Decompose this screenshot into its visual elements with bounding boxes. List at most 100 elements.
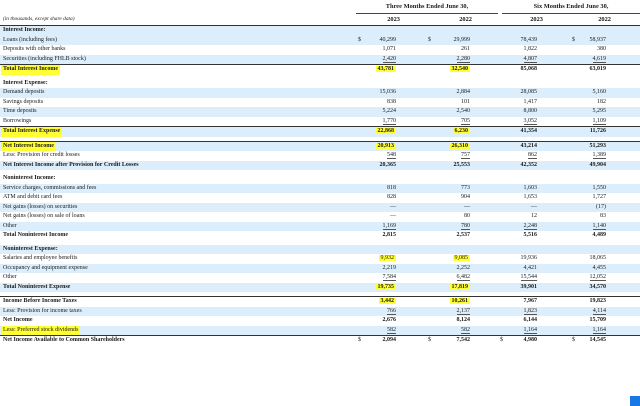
value-cell: 773: [430, 184, 470, 194]
value-text: 18,065: [589, 255, 607, 261]
value-cell: 19,735: [356, 283, 396, 293]
value-cell: 182: [566, 98, 606, 108]
table-row: Borrowings 1,770 705 3,052 1,109: [0, 117, 640, 127]
value-text: 818: [387, 184, 396, 191]
value-text: 1,822: [523, 46, 538, 52]
value-text: 1,140: [592, 222, 606, 230]
value-cell: 7,967: [497, 297, 538, 307]
row-label: Less: Preferred stock dividends: [1, 325, 81, 335]
row-label: Other: [3, 274, 17, 280]
value-text: 34,570: [589, 283, 607, 290]
value-cell: 1,770: [356, 117, 396, 127]
value-cell: 15,709: [566, 316, 607, 326]
value-cell: 1,109: [566, 117, 606, 127]
value-cell: 26,310: [430, 142, 470, 152]
row-label: Interest Income:: [3, 27, 46, 33]
value-cell: 5,160: [566, 88, 607, 98]
value-text: 8,800: [523, 108, 538, 114]
value-cell: 34,570: [566, 283, 607, 293]
value-text: 4,455: [592, 264, 607, 271]
year-col-3: 2023: [530, 16, 543, 23]
value-text: 17,819: [449, 283, 470, 290]
table-row: Less: Provision for income taxes 766 2,137…: [0, 306, 640, 317]
row-label: Savings deposits: [3, 98, 44, 105]
value-text: 2,676: [382, 317, 397, 323]
value-cell: 380: [566, 45, 606, 55]
value-text: 19,823: [589, 298, 607, 304]
table-row: Total Noninterest Income 2,815 2,537 5,516 4…: [0, 231, 640, 241]
value-cell: 3,442: [356, 297, 396, 307]
table-row: Total Noninterest Expense 19,735 17,819 39,…: [0, 282, 640, 293]
section-heading-row: Interest Expense:: [0, 79, 640, 89]
value-cell: 757: [430, 151, 470, 161]
value-cell: 20,365: [356, 161, 397, 171]
value-cell: 582: [430, 326, 470, 336]
value-cell: 18,065: [566, 254, 607, 264]
value-text: 1,169: [382, 222, 396, 230]
value-cell: 43,214: [497, 142, 538, 152]
value-cell: 838: [356, 98, 396, 108]
table-row: Less: Provision for credit losses 548 757 8…: [0, 151, 640, 161]
value-cell: 1,823: [497, 307, 537, 317]
value-cell: 49,904: [566, 161, 607, 171]
value-text: 6,482: [456, 274, 470, 281]
row-label: Net gains (losses) on sale of loans: [3, 213, 85, 219]
value-text: 862: [528, 152, 537, 159]
row-label: Net Income Available to Common Sharehold…: [3, 337, 125, 343]
table-row: Deposits with other banks 1,071 261 1,822 38…: [0, 45, 640, 55]
table-row: Savings deposits 838 101 1,417 182: [0, 98, 640, 108]
value-text: 32,540: [449, 66, 470, 72]
row-label: Less: Provision for income taxes: [3, 307, 82, 314]
value-cell: 6,482: [430, 273, 470, 283]
value-cell: 4,489: [566, 231, 607, 241]
value-text: 1,164: [523, 326, 537, 334]
value-cell: 818: [356, 184, 396, 194]
year-col-4: 2022: [598, 16, 611, 23]
value-text: 5,295: [592, 108, 607, 114]
row-label: Less: Provision for credit losses: [3, 152, 80, 158]
section-heading-row: Noninterest Expense:: [0, 244, 640, 254]
table-row: ATM and debit card fees 828 904 1,653 1,727: [0, 193, 640, 203]
value-cell: 548: [356, 151, 396, 161]
corner-marker: [630, 396, 640, 406]
value-text: 1,603: [523, 184, 538, 191]
value-text: 5,224: [382, 108, 397, 114]
table-row: Occupancy and equipment expense 2,219 2,25…: [0, 263, 640, 274]
value-text: 12: [531, 213, 537, 219]
three-months-rule: [356, 13, 498, 14]
value-text: 85,068: [520, 66, 538, 72]
value-cell: 4,114: [566, 307, 606, 317]
value-text: 63,019: [589, 66, 607, 72]
value-cell: 19,823: [566, 297, 607, 307]
value-cell: 41,354: [497, 127, 538, 137]
value-cell: 766: [356, 307, 396, 317]
table-row: Other 7,584 6,482 15,544 12,052: [0, 273, 640, 283]
value-text: (17): [596, 203, 606, 210]
value-text: 78,439: [520, 36, 538, 43]
value-cell: 17,819: [430, 283, 470, 293]
value-cell: 2,676: [356, 316, 397, 326]
table-row: Loans (including fees) $ $ $40,299 29,999 78,…: [0, 35, 640, 45]
value-text: 2,248: [523, 222, 537, 230]
value-cell: —: [430, 203, 470, 213]
value-cell: 1,164: [566, 326, 606, 336]
row-label: Net gains (losses) on securities: [3, 203, 78, 210]
section-heading-row: Interest Income:: [0, 26, 640, 36]
value-cell: 4,421: [497, 264, 538, 274]
value-text: 6,144: [523, 317, 538, 323]
value-cell: 12,052: [566, 273, 606, 283]
table-row: Salaries and employee benefits 9,932 9,085…: [0, 254, 640, 264]
table-row: Income Before Income Taxes 3,442 10,261 7,9…: [0, 296, 640, 307]
value-cell: 1,164: [497, 326, 537, 336]
value-text: 548: [387, 152, 396, 159]
value-cell: 63,019: [566, 65, 607, 75]
row-label: Total Interest Income: [1, 65, 60, 75]
value-cell: 15,036: [356, 88, 397, 98]
table-row: Total Interest Expense 22,868 6,230 41,354 1…: [0, 126, 640, 137]
value-cell: (17): [566, 203, 606, 213]
value-text: 15,709: [589, 317, 607, 323]
value-cell: 9,932: [356, 254, 396, 264]
row-label: Noninterest Income:: [3, 175, 56, 181]
units-note: (in thousands, except share data): [3, 16, 75, 22]
row-label: Total Noninterest Expense: [3, 283, 71, 290]
